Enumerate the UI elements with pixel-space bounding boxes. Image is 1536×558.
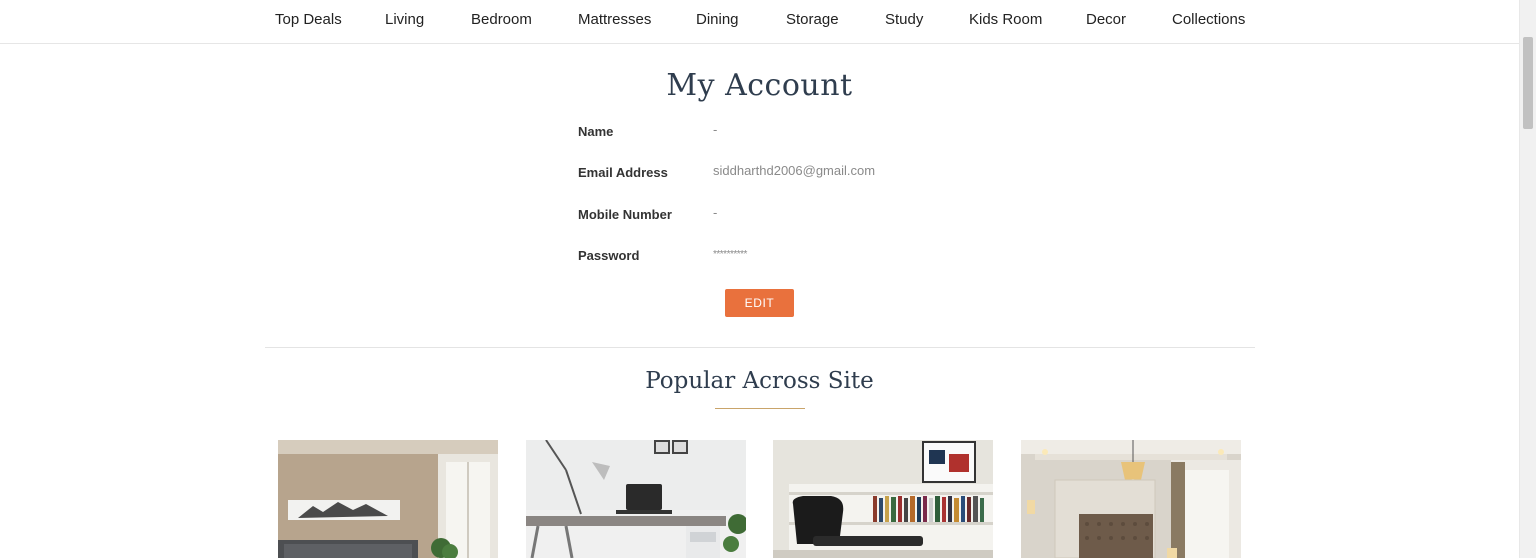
product-card-luxury-bedroom[interactable]: [1021, 440, 1241, 558]
password-value: **********: [713, 249, 747, 260]
mobile-value: -: [713, 205, 718, 220]
edit-button[interactable]: EDIT: [725, 289, 794, 317]
name-label: Name: [578, 124, 614, 139]
section-title: Popular Across Site: [645, 368, 874, 394]
product-card-study-desk[interactable]: [526, 440, 746, 558]
password-label: Password: [578, 248, 640, 263]
nav-item-collections[interactable]: Collections: [1172, 11, 1245, 28]
bookshelf-lounge-chair-photo-icon: [773, 440, 993, 558]
section-divider: [265, 347, 1255, 348]
vertical-scrollbar[interactable]: [1519, 0, 1536, 558]
luxury-bedroom-photo-icon: [1021, 440, 1241, 558]
nav-item-study[interactable]: Study: [885, 11, 923, 28]
study-desk-photo-icon: [526, 440, 746, 558]
section-title-underline: [715, 408, 805, 409]
email-label: Email Address: [578, 165, 668, 180]
nav-item-dining[interactable]: Dining: [696, 11, 739, 28]
product-card-bookshelf[interactable]: [773, 440, 993, 558]
bedroom-photo-icon: [278, 440, 498, 558]
email-value: siddharthd2006@gmail.com: [713, 163, 876, 178]
product-card-bedroom[interactable]: [278, 440, 498, 558]
nav-item-kids-room[interactable]: Kids Room: [969, 11, 1042, 28]
page-title: My Account: [666, 68, 853, 103]
nav-item-decor[interactable]: Decor: [1086, 11, 1126, 28]
nav-item-bedroom[interactable]: Bedroom: [471, 11, 532, 28]
name-value: -: [713, 122, 718, 137]
top-navigation: Top Deals Living Bedroom Mattresses Dini…: [0, 0, 1519, 44]
nav-item-storage[interactable]: Storage: [786, 11, 839, 28]
nav-item-mattresses[interactable]: Mattresses: [578, 11, 651, 28]
nav-item-living[interactable]: Living: [385, 11, 424, 28]
mobile-label: Mobile Number: [578, 207, 672, 222]
scrollbar-thumb[interactable]: [1523, 37, 1533, 129]
nav-item-top-deals[interactable]: Top Deals: [275, 11, 342, 28]
